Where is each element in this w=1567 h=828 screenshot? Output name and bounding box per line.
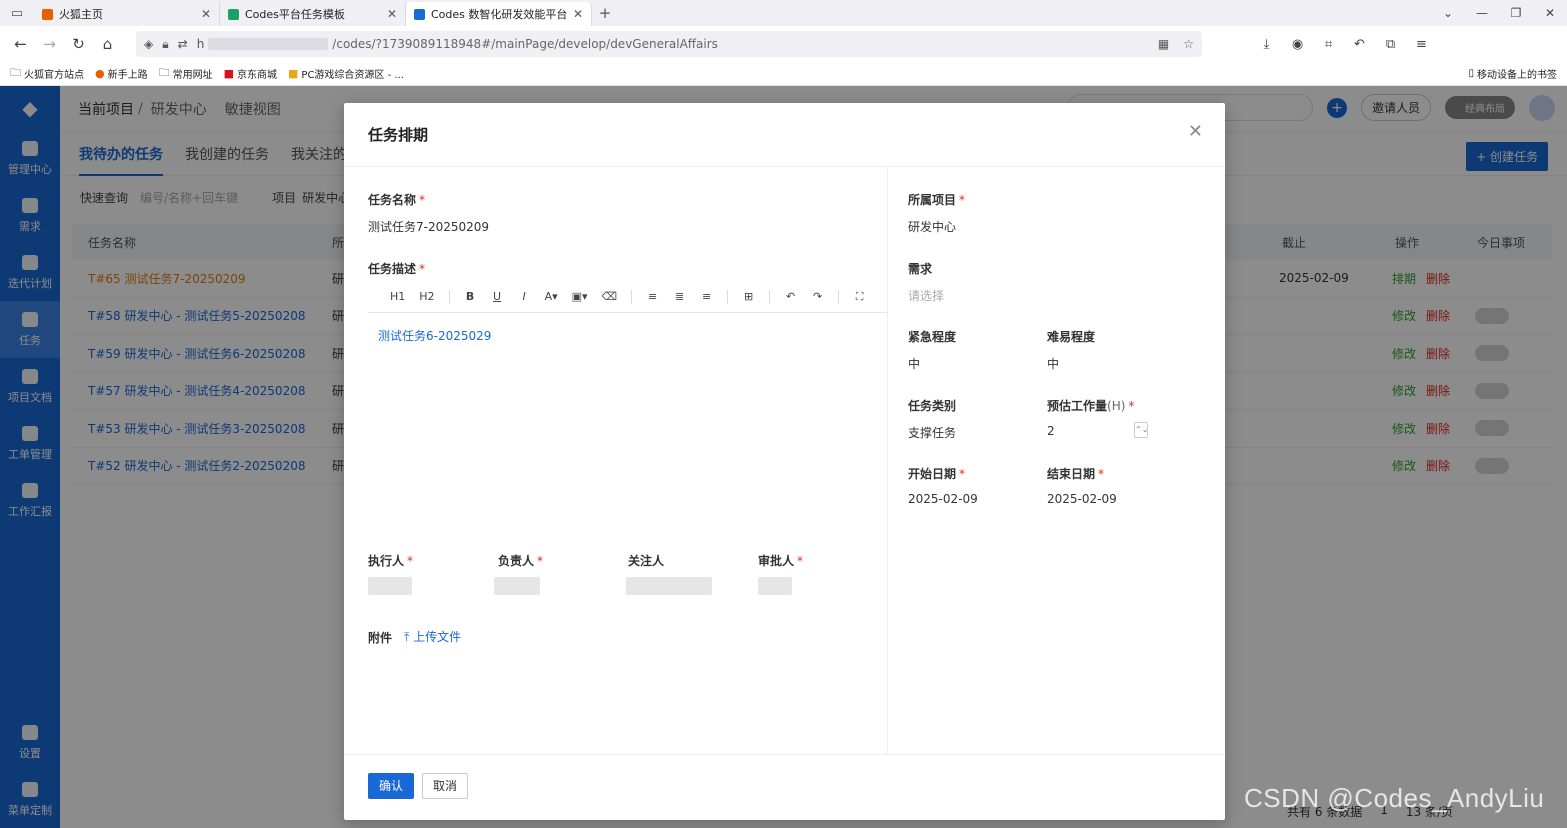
url-bar[interactable]: ◈ 🔒︎ ⇄ h /codes/?1739089118948#/mainPage… bbox=[136, 31, 1202, 57]
font-color-icon[interactable]: A▾ bbox=[545, 290, 558, 303]
h1-button[interactable]: H1 bbox=[390, 290, 405, 303]
urgency-select[interactable]: 中 bbox=[908, 355, 920, 372]
shield-icon[interactable]: ◈ bbox=[144, 37, 153, 51]
image-icon[interactable]: ⊞ bbox=[742, 290, 755, 303]
forward-icon[interactable]: → bbox=[35, 35, 64, 53]
bold-icon[interactable]: B bbox=[464, 290, 477, 303]
category-label: 任务类别 bbox=[908, 399, 957, 413]
close-tab-icon[interactable]: ✕ bbox=[201, 7, 211, 21]
bookmark-item[interactable]: ■ PC游戏综合资源区 - ... bbox=[288, 66, 404, 81]
schedule-modal: 任务排期 ✕ 任务名称 * 测试任务7-20250209 任务描述 * H1 H2 … bbox=[344, 103, 1225, 820]
underline-icon[interactable]: U bbox=[491, 290, 504, 303]
bookmark-item[interactable]: 🗀︎ 火狐官方站点 bbox=[10, 64, 84, 83]
undo-icon[interactable]: ↶ bbox=[1351, 37, 1368, 52]
minimize-icon[interactable]: — bbox=[1465, 6, 1499, 20]
owner-field[interactable] bbox=[494, 577, 540, 595]
close-window-icon[interactable]: ✕ bbox=[1533, 6, 1567, 20]
italic-icon[interactable]: I bbox=[518, 290, 531, 303]
downloads-icon[interactable]: ⤓ bbox=[1258, 37, 1275, 52]
requirement-label: 需求 bbox=[908, 262, 933, 276]
h2-button[interactable]: H2 bbox=[419, 290, 434, 303]
browser-tabbar: ▭ 火狐主页 ✕ Codes平台任务模板 ✕ Codes 数智化研发效能平台 ✕… bbox=[0, 0, 1567, 26]
redo-icon[interactable]: ↷ bbox=[811, 290, 824, 303]
urgency-label: 紧急程度 bbox=[908, 330, 957, 344]
requirement-select[interactable]: 请选择 bbox=[908, 287, 944, 304]
modal-right-panel: 所属项目 * 研发中心 需求 请选择 紧急程度 中 难易程度 中 任务类别 支撑任… bbox=[908, 193, 1149, 506]
modal-footer: 确认 取消 bbox=[344, 754, 1225, 820]
home-icon[interactable]: ⌂ bbox=[93, 35, 122, 53]
confirm-button[interactable]: 确认 bbox=[368, 773, 414, 799]
bookmark-star-icon[interactable]: ☆ bbox=[1183, 37, 1194, 51]
fullscreen-icon[interactable]: ⛶ bbox=[853, 290, 866, 304]
lock-icon[interactable]: 🔒︎ bbox=[162, 37, 168, 52]
firefox-favicon-icon bbox=[42, 8, 53, 20]
attachment-label: 附件 bbox=[368, 631, 393, 645]
align-justify-icon[interactable]: ≡ bbox=[700, 290, 713, 303]
crop-icon[interactable]: ⌗ bbox=[1320, 37, 1337, 52]
cancel-button[interactable]: 取消 bbox=[422, 773, 468, 799]
qr-code-icon[interactable]: ▦ bbox=[1158, 37, 1169, 51]
bookmark-item[interactable]: ■ 京东商城 bbox=[224, 66, 277, 81]
align-left-icon[interactable]: ≡ bbox=[646, 290, 659, 303]
new-tab-button[interactable]: + bbox=[592, 2, 618, 26]
eraser-icon[interactable]: ⌫ bbox=[602, 290, 618, 303]
follower-field[interactable] bbox=[626, 577, 712, 595]
project-field[interactable]: 研发中心 bbox=[908, 218, 956, 235]
folder-icon: 🗀︎ bbox=[158, 66, 170, 79]
close-icon[interactable]: ✕ bbox=[1188, 121, 1203, 142]
firefox-icon: ● bbox=[95, 67, 105, 80]
jd-icon: ■ bbox=[223, 67, 235, 80]
bookmark-item[interactable]: 🗀︎ 常用网址 bbox=[159, 64, 213, 83]
align-center-icon[interactable]: ≣ bbox=[673, 290, 686, 303]
mobile-bookmarks[interactable]: ▯ 移动设备上的书签 bbox=[1468, 66, 1557, 81]
estimate-input[interactable]: 2 bbox=[1047, 424, 1055, 438]
browser-tab-3[interactable]: Codes 数智化研发效能平台 ✕ bbox=[406, 2, 592, 26]
watermark: CSDN @Codes_AndyLiu bbox=[1244, 783, 1545, 813]
browser-tab-2[interactable]: Codes平台任务模板 ✕ bbox=[220, 2, 406, 26]
folder-icon: 🗀︎ bbox=[10, 66, 21, 79]
close-tab-icon[interactable]: ✕ bbox=[573, 7, 583, 21]
bookmarks-bar: 🗀︎ 火狐官方站点 ● 新手上路 🗀︎ 常用网址 ■ 京东商城 ■ PC游戏综合资源区 -… bbox=[0, 62, 1567, 86]
follower-label: 关注人 bbox=[628, 554, 665, 568]
reload-icon[interactable]: ↻ bbox=[64, 35, 93, 53]
modal-left-panel: 任务名称 * 测试任务7-20250209 任务描述 * H1 H2 B U I A… bbox=[344, 167, 888, 754]
url-redacted bbox=[208, 38, 329, 50]
executor-field[interactable] bbox=[368, 577, 412, 595]
start-date-field[interactable]: 2025-02-09 bbox=[908, 492, 978, 506]
tab-overflow-icon[interactable]: ⌄ bbox=[1431, 6, 1465, 20]
bg-color-icon[interactable]: ▣▾ bbox=[572, 290, 588, 303]
menu-icon[interactable]: ≡ bbox=[1413, 37, 1430, 52]
browser-navbar: ← → ↻ ⌂ ◈ 🔒︎ ⇄ h /codes/?1739089118948#/… bbox=[0, 26, 1567, 62]
editor-toolbar: H1 H2 B U I A▾ ▣▾ ⌫ ≡ ≣ ≡ ⊞ ↶ ↷ ⛶ bbox=[368, 281, 887, 313]
upload-button[interactable]: ⤒ 上传文件 bbox=[404, 628, 461, 645]
end-date-field[interactable]: 2025-02-09 bbox=[1047, 492, 1117, 506]
tab-list-icon[interactable]: ▭ bbox=[0, 0, 34, 26]
account-icon[interactable]: ◉ bbox=[1289, 37, 1306, 52]
category-select[interactable]: 支撑任务 bbox=[908, 424, 956, 441]
bookmark-item[interactable]: ● 新手上路 bbox=[95, 66, 148, 81]
back-icon[interactable]: ← bbox=[6, 35, 35, 53]
mobile-icon: ▯ bbox=[1468, 68, 1474, 79]
browser-tab-1[interactable]: 火狐主页 ✕ bbox=[34, 2, 220, 26]
upload-icon: ⤒ bbox=[404, 630, 414, 644]
difficulty-select[interactable]: 中 bbox=[1047, 355, 1059, 372]
modal-title: 任务排期 bbox=[344, 103, 1225, 167]
stepper-icon[interactable]: ⌃⌄ bbox=[1134, 422, 1148, 438]
game-icon: ■ bbox=[288, 67, 299, 80]
approver-field[interactable] bbox=[758, 577, 792, 595]
task-name-field[interactable]: 测试任务7-20250209 bbox=[368, 218, 489, 235]
extensions-icon[interactable]: ⧉ bbox=[1382, 37, 1399, 52]
codes-favicon-icon bbox=[414, 8, 425, 20]
restore-icon[interactable]: ❐ bbox=[1499, 6, 1533, 20]
undo-icon[interactable]: ↶ bbox=[784, 290, 797, 303]
permissions-icon[interactable]: ⇄ bbox=[178, 37, 188, 51]
sheet-favicon-icon bbox=[228, 8, 239, 20]
difficulty-label: 难易程度 bbox=[1047, 330, 1096, 344]
close-tab-icon[interactable]: ✕ bbox=[387, 7, 397, 21]
description-editor[interactable]: 测试任务6-2025029 bbox=[378, 327, 491, 344]
